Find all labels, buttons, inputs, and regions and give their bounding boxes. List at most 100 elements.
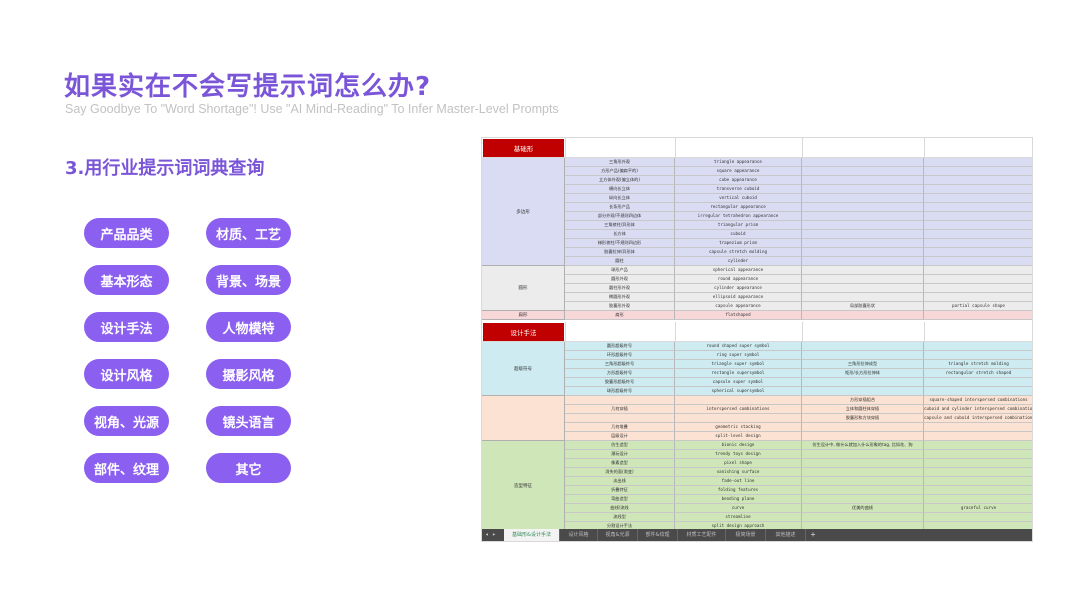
- table-row: 圆柱形外观 cylinder appearance: [565, 284, 1032, 293]
- pill-product-category[interactable]: 产品品类: [84, 218, 169, 248]
- table-cell: spherical appearance: [675, 266, 802, 275]
- table-cell: [802, 351, 924, 360]
- table-cell: partial capsule shape: [924, 302, 1032, 311]
- table-cell: [802, 212, 924, 221]
- table-cell: split-level design: [675, 432, 802, 441]
- table-cell: capsule and cuboid interspersed combinat…: [924, 414, 1032, 423]
- table-cell: [802, 221, 924, 230]
- pill-other[interactable]: 其它: [206, 453, 291, 483]
- table-cell: graceful curve: [924, 504, 1032, 513]
- sheet-tab[interactable]: 基础形&设计手法: [504, 529, 560, 541]
- table-cell: bionic design: [675, 441, 802, 450]
- table-row: 淡出线 fade-out line: [565, 477, 1032, 486]
- table-row: 扁形 flatshaped: [565, 311, 1032, 320]
- table-row: 仿生造型 bionic design 仿生设计中, 做什么就加入什么形象的tag, …: [565, 441, 1032, 450]
- table-row: 纵向长立体 vertical cuboid: [565, 194, 1032, 203]
- table-cell: [802, 167, 924, 176]
- table-cell: [802, 378, 924, 387]
- table-cell: spherical supersymbol: [675, 387, 802, 396]
- table-cell: triangle super symbol: [675, 360, 802, 369]
- table-row: 立方体外观(偏立体的) cube appearance: [565, 176, 1032, 185]
- table-cell: square-shaped interspersed combinations: [924, 396, 1032, 405]
- pill-background-scene[interactable]: 背景、场景: [206, 265, 291, 295]
- table-cell: [924, 275, 1032, 284]
- table-row: 长方体 cuboid: [565, 230, 1032, 239]
- table-cell: [924, 212, 1032, 221]
- table-cell: ring super symbol: [675, 351, 802, 360]
- table-row: 三角形超级符号 triangle super symbol 三角形拉伸成型 trian…: [565, 360, 1032, 369]
- table-cell: [924, 495, 1032, 504]
- sheet-tab[interactable]: 视角&光源: [598, 529, 638, 541]
- group-label: 圆形: [482, 266, 565, 311]
- table-cell: trapezium prism: [675, 239, 802, 248]
- pill-model-person[interactable]: 人物模特: [206, 312, 291, 342]
- table-cell: [924, 293, 1032, 302]
- table-row: 圆柱 cylinder: [565, 257, 1032, 266]
- sheet-tab[interactable]: 其他描述: [766, 529, 806, 541]
- table-cell: cuboid: [675, 230, 802, 239]
- table-row: 胶囊拉伸/异形体 capsule stretch molding: [565, 248, 1032, 257]
- pill-photo-style[interactable]: 摄影风格: [206, 359, 291, 389]
- sheet-tab[interactable]: 极简场景: [726, 529, 766, 541]
- pill-design-technique[interactable]: 设计手法: [84, 312, 169, 342]
- table-row: 曲线/流线 curve 优美的曲线 graceful curve: [565, 504, 1032, 513]
- table-cell: transverse cuboid: [675, 185, 802, 194]
- table-cell: 局部胶囊形状: [802, 302, 924, 311]
- pill-material-craft[interactable]: 材质、工艺: [206, 218, 291, 248]
- pill-parts-texture[interactable]: 部件、纹理: [84, 453, 169, 483]
- tab-nav-arrows-icon[interactable]: ◂ ▸: [485, 529, 496, 541]
- table-cell: [802, 203, 924, 212]
- table-cell: 环形超级符号: [565, 351, 675, 360]
- table-cell: [924, 185, 1032, 194]
- table-cell: [924, 203, 1032, 212]
- table-row: 折叠特征 folding features: [565, 486, 1032, 495]
- table-cell: cube appearance: [675, 176, 802, 185]
- table-cell: [675, 414, 802, 423]
- table-row: 横向长立体 transverse cuboid: [565, 185, 1032, 194]
- table-cell: rectangular appearance: [675, 203, 802, 212]
- add-sheet-button[interactable]: +: [806, 529, 820, 541]
- sheet-tab[interactable]: 材质工艺配件: [678, 529, 726, 541]
- pill-view-light[interactable]: 视角、光源: [84, 406, 169, 436]
- table-cell: curve: [675, 504, 802, 513]
- table-cell: [802, 266, 924, 275]
- table-cell: [802, 257, 924, 266]
- pill-lens-language[interactable]: 镜头语言: [206, 406, 291, 436]
- table-cell: vertical cuboid: [675, 194, 802, 203]
- table-row: 梯形棱柱/不规则四边形 trapezium prism: [565, 239, 1032, 248]
- table-cell: [924, 257, 1032, 266]
- sheet-tab[interactable]: 设计风格: [560, 529, 598, 541]
- table-cell: capsule super symbol: [675, 378, 802, 387]
- table-cell: [802, 194, 924, 203]
- pill-basic-form[interactable]: 基本形态: [84, 265, 169, 295]
- group-label: 造型特征: [482, 441, 565, 531]
- table-row: 弯曲造型 bending plane: [565, 495, 1032, 504]
- table-cell: 扁形: [565, 311, 675, 320]
- table-cell: [802, 477, 924, 486]
- table-cell: [802, 311, 924, 320]
- table-cell: [924, 248, 1032, 257]
- table-cell: 胶囊形超级符号: [565, 378, 675, 387]
- table-cell: [924, 158, 1032, 167]
- table-cell: round appearance: [675, 275, 802, 284]
- table-cell: [924, 167, 1032, 176]
- table-cell: capsule stretch molding: [675, 248, 802, 257]
- sheet-tab[interactable]: 部件&纹理: [638, 529, 678, 541]
- table-cell: interspersed combinations: [675, 405, 802, 414]
- table-cell: 长条形产品: [565, 203, 675, 212]
- table-cell: [924, 477, 1032, 486]
- sheet-tab-bar: ◂ ▸ 基础形&设计手法 设计风格 视角&光源 部件&纹理 材质工艺配件 极简场景 其他描述 +: [482, 529, 1032, 541]
- table-cell: [802, 176, 924, 185]
- table-row: 潮玩设计 trendy toys design: [565, 450, 1032, 459]
- table-cell: 仿生造型: [565, 441, 675, 450]
- table-cell: [802, 432, 924, 441]
- table-row: 圆形外观 round appearance: [565, 275, 1032, 284]
- table-row: 方形超级符号 rectangle supersymbol 矩形/长方形拉伸体 rect…: [565, 369, 1032, 378]
- table-row: 球形超级符号 spherical supersymbol: [565, 387, 1032, 396]
- pill-design-style[interactable]: 设计风格: [84, 359, 169, 389]
- table-row: 球形产品 spherical appearance: [565, 266, 1032, 275]
- table-cell: [802, 230, 924, 239]
- table-cell: [802, 185, 924, 194]
- table-cell: [924, 441, 1032, 450]
- table-cell: [802, 387, 924, 396]
